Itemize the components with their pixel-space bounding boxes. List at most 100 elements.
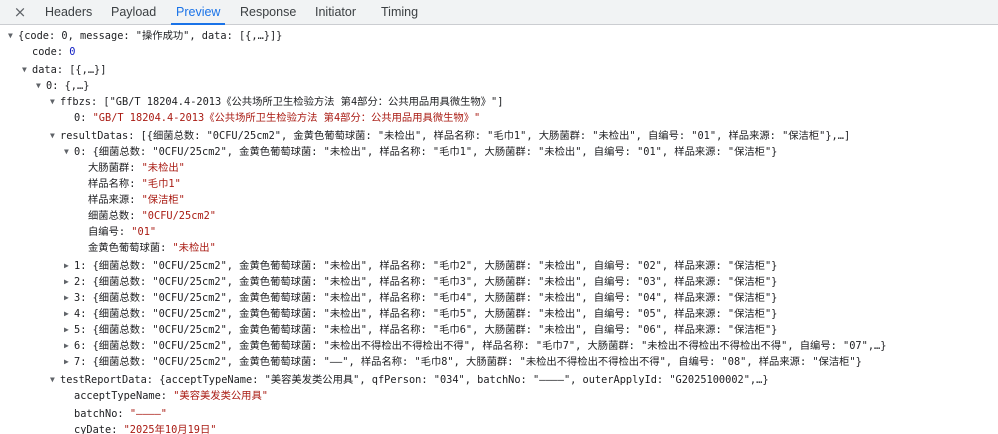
tree-summary: {细菌总数: "0CFU/25cm2", 金黄色葡萄球菌: "——", 样品名称… <box>92 356 862 368</box>
tree-row: cyDate: "2025年10月19日" <box>0 422 998 434</box>
tree-row[interactable]: ▼ 0: {,…} <box>0 78 998 94</box>
expand-arrow-icon[interactable]: ▼ <box>64 144 74 160</box>
tree-colon: : <box>80 276 93 288</box>
tree-colon: : <box>91 96 104 108</box>
tree-summary: {acceptTypeName: "美容美发类公用具", qfPerson: "… <box>159 374 769 386</box>
collapse-arrow-icon[interactable]: ▶ <box>64 290 74 306</box>
expand-arrow-icon[interactable]: ▼ <box>50 128 60 144</box>
collapse-arrow-icon[interactable]: ▶ <box>64 338 74 354</box>
tree-key: 金黄色葡萄球菌 <box>88 242 161 254</box>
tree-row: 细菌总数: "0CFU/25cm2" <box>0 208 998 224</box>
collapse-arrow-icon[interactable]: ▶ <box>64 322 74 338</box>
tree-colon: : <box>128 130 141 142</box>
tree-value: "2025年10月19日" <box>123 424 217 434</box>
tree-row[interactable]: ▼ ffbzs: ["GB/T 18204.4-2013《公共场所卫生检验方法 第… <box>0 94 998 110</box>
collapse-arrow-icon[interactable]: ▶ <box>64 306 74 322</box>
tree-row[interactable]: ▼ resultDatas: [{细菌总数: "0CFU/25cm2", 金黄色葡… <box>0 128 998 144</box>
expand-arrow-icon[interactable]: ▼ <box>22 62 32 78</box>
tree-colon: : <box>129 210 142 222</box>
tree-colon: : <box>56 64 70 76</box>
tree-row: acceptTypeName: "美容美发类公用具" <box>0 388 998 404</box>
tree-row: 0: "GB/T 18204.4-2013《公共场所卫生检验方法 第4部分：公共… <box>0 110 998 126</box>
tree-key: testReportData <box>60 374 147 386</box>
tree-summary: {code: 0, message: "操作成功", data: [{,…}]} <box>18 30 283 42</box>
tree-row: 样品名称: "毛巾1" <box>0 176 998 192</box>
tab-timing[interactable]: Timing <box>381 0 418 24</box>
tree-row: batchNo: "————" <box>0 406 998 422</box>
tree-value: "01" <box>131 226 157 238</box>
tree-row: 金黄色葡萄球菌: "未检出" <box>0 240 998 256</box>
tree-summary: {,…} <box>64 80 90 92</box>
tree-summary: {细菌总数: "0CFU/25cm2", 金黄色葡萄球菌: "未检出", 样品名… <box>92 260 778 272</box>
tree-row[interactable]: ▶ 5: {细菌总数: "0CFU/25cm2", 金黄色葡萄球菌: "未检出",… <box>0 322 998 338</box>
tab-response[interactable]: Response <box>240 0 296 24</box>
tree-key: 细菌总数 <box>88 210 130 222</box>
collapse-arrow-icon[interactable]: ▶ <box>64 258 74 274</box>
expand-arrow-icon[interactable]: ▼ <box>8 28 18 44</box>
tree-value: "毛巾1" <box>141 178 181 190</box>
tree-summary: {细菌总数: "0CFU/25cm2", 金黄色葡萄球菌: "未检出", 样品名… <box>92 276 778 288</box>
tree-row[interactable]: ▼ testReportData: {acceptTypeName: "美容美发类… <box>0 372 998 388</box>
tree-key: 样品名称 <box>88 178 130 190</box>
tree-row: 大肠菌群: "未检出" <box>0 160 998 176</box>
tree-key: ffbzs <box>60 96 91 108</box>
tree-value: "保洁柜" <box>141 194 185 206</box>
tree-summary: ["GB/T 18204.4-2013《公共场所卫生检验方法 第4部分：公共用品… <box>103 96 504 108</box>
expand-arrow-icon[interactable]: ▼ <box>36 78 46 94</box>
tree-colon: : <box>111 424 124 434</box>
tree-summary: {细菌总数: "0CFU/25cm2", 金黄色葡萄球菌: "未检出", 样品名… <box>92 292 778 304</box>
tree-key: resultDatas <box>60 130 129 142</box>
tree-colon: : <box>129 194 142 206</box>
tree-summary: {细菌总数: "0CFU/25cm2", 金黄色葡萄球菌: "未检出", 样品名… <box>92 324 778 336</box>
tree-row[interactable]: ▼ {code: 0, message: "操作成功", data: [{,…}]… <box>0 28 998 44</box>
tree-colon: : <box>160 390 174 402</box>
tree-key: acceptTypeName <box>74 390 161 402</box>
tree-key: data <box>32 64 57 76</box>
tree-colon: : <box>80 260 93 272</box>
tab-payload[interactable]: Payload <box>111 0 156 24</box>
tree-summary: [{,…}] <box>69 64 107 76</box>
tree-colon: : <box>80 146 93 158</box>
tree-row[interactable]: ▶ 1: {细菌总数: "0CFU/25cm2", 金黄色葡萄球菌: "未检出",… <box>0 258 998 274</box>
tree-summary: {细菌总数: "0CFU/25cm2", 金黄色葡萄球菌: "未检出", 样品名… <box>92 308 778 320</box>
tree-row: 样品来源: "保洁柜" <box>0 192 998 208</box>
tree-value: "未检出" <box>172 242 216 254</box>
tree-row[interactable]: ▼ data: [{,…}] <box>0 62 998 78</box>
tab-headers[interactable]: Headers <box>45 0 92 24</box>
tree-colon: : <box>80 324 93 336</box>
tree-row[interactable]: ▼ 0: {细菌总数: "0CFU/25cm2", 金黄色葡萄球菌: "未检出",… <box>0 144 998 160</box>
expand-arrow-icon[interactable]: ▼ <box>50 94 60 110</box>
tree-colon: : <box>52 80 65 92</box>
tree-colon: : <box>80 308 93 320</box>
expand-arrow-icon[interactable]: ▼ <box>50 372 60 388</box>
tree-summary: [{细菌总数: "0CFU/25cm2", 金黄色葡萄球菌: "未检出", 样品… <box>140 130 851 142</box>
tree-colon: : <box>80 112 93 124</box>
tree-key: 自编号 <box>88 226 119 238</box>
tree-value: "美容美发类公用具" <box>173 390 268 402</box>
tree-row[interactable]: ▶ 2: {细菌总数: "0CFU/25cm2", 金黄色葡萄球菌: "未检出",… <box>0 274 998 290</box>
tree-colon: : <box>56 46 70 58</box>
tree-key: 样品来源 <box>88 194 130 206</box>
collapse-arrow-icon[interactable]: ▶ <box>64 274 74 290</box>
close-icon[interactable]: × <box>11 3 29 21</box>
json-preview-tree: ▼ {code: 0, message: "操作成功", data: [{,…}]… <box>0 25 998 434</box>
tree-colon: : <box>117 408 130 420</box>
tree-row[interactable]: ▶ 7: {细菌总数: "0CFU/25cm2", 金黄色葡萄球菌: "——", … <box>0 354 998 370</box>
tree-key: cyDate <box>74 424 112 434</box>
tree-value: "————" <box>129 408 168 420</box>
tree-colon: : <box>129 162 142 174</box>
tree-summary: {细菌总数: "0CFU/25cm2", 金黄色葡萄球菌: "未检出不得检出不得… <box>92 340 887 352</box>
tree-row[interactable]: ▶ 6: {细菌总数: "0CFU/25cm2", 金黄色葡萄球菌: "未检出不得… <box>0 338 998 354</box>
tree-row[interactable]: ▶ 3: {细菌总数: "0CFU/25cm2", 金黄色葡萄球菌: "未检出",… <box>0 290 998 306</box>
tree-value: 0 <box>69 46 76 58</box>
tree-colon: : <box>118 226 132 238</box>
tree-key: 大肠菌群 <box>88 162 130 174</box>
tree-colon: : <box>146 374 160 386</box>
tree-row: 自编号: "01" <box>0 224 998 240</box>
tab-initiator[interactable]: Initiator <box>315 0 356 24</box>
tree-row[interactable]: ▶ 4: {细菌总数: "0CFU/25cm2", 金黄色葡萄球菌: "未检出",… <box>0 306 998 322</box>
tab-preview[interactable]: Preview <box>170 0 226 25</box>
collapse-arrow-icon[interactable]: ▶ <box>64 354 74 370</box>
tree-colon: : <box>80 340 93 352</box>
tree-value: "0CFU/25cm2" <box>141 210 216 222</box>
